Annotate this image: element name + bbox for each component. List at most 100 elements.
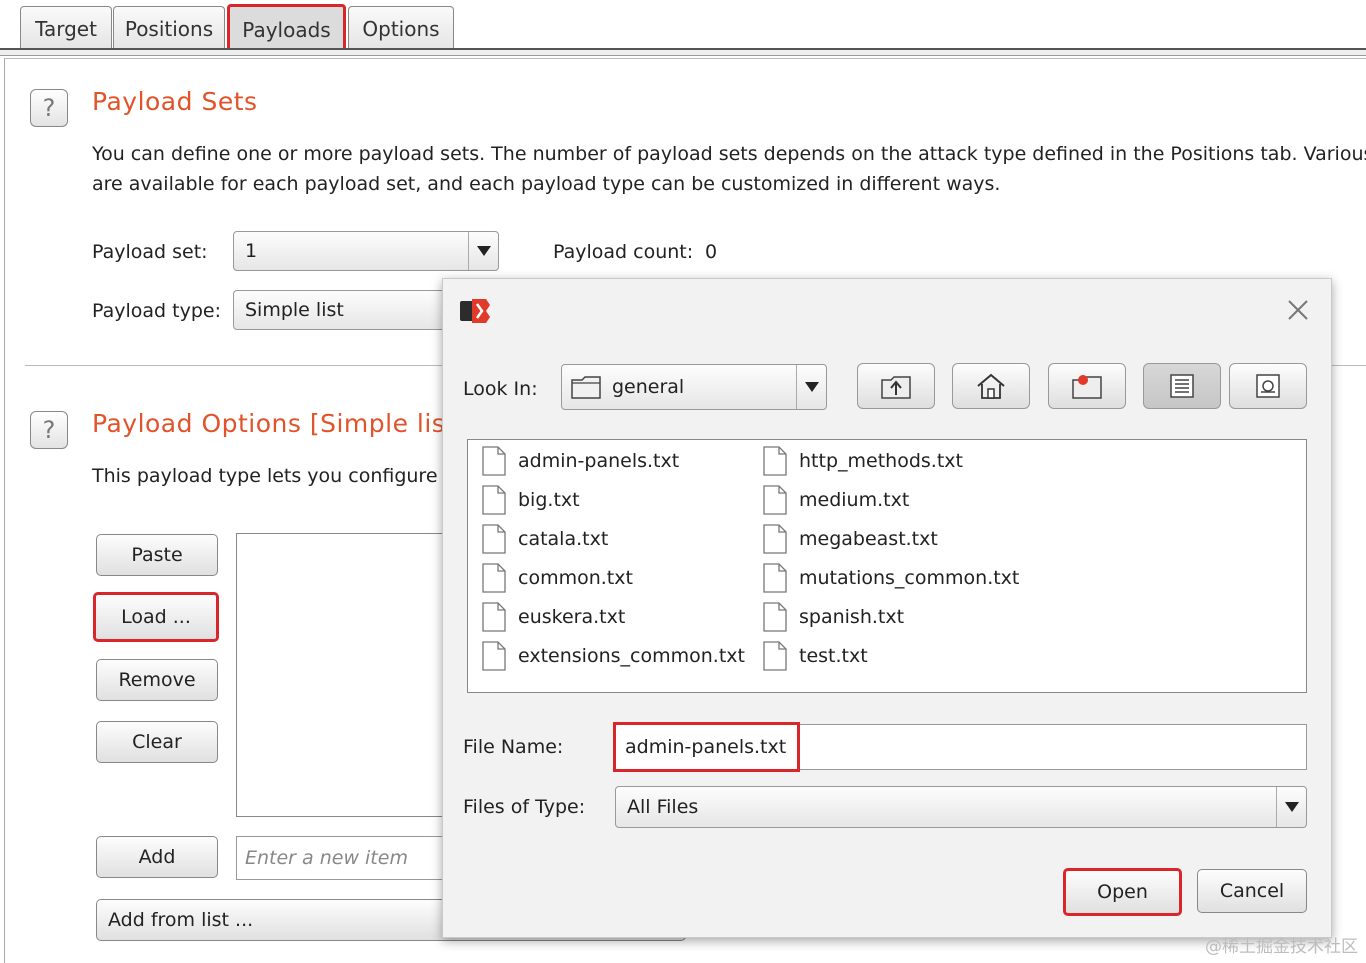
payload-count-value: 0 <box>705 241 718 263</box>
open-button-label: Open <box>1097 881 1148 903</box>
file-item[interactable]: common.txt <box>482 561 633 595</box>
file-icon <box>482 524 506 554</box>
tab-payloads-label: Payloads <box>242 18 331 42</box>
burp-app-icon <box>459 297 491 325</box>
help-icon[interactable]: ? <box>30 411 68 449</box>
close-icon[interactable] <box>1283 295 1313 325</box>
file-icon <box>763 446 787 476</box>
file-icon <box>763 524 787 554</box>
file-type-select[interactable]: All Files <box>615 786 1307 828</box>
file-list[interactable]: admin-panels.txt big.txt catala.txt comm… <box>467 439 1307 693</box>
new-item-input[interactable]: Enter a new item <box>236 836 456 880</box>
payload-type-value: Simple list <box>245 299 344 321</box>
up-folder-icon <box>881 376 911 399</box>
file-name-label: File Name: <box>463 736 564 758</box>
file-icon <box>482 602 506 632</box>
file-icon <box>482 446 506 476</box>
add-button-label: Add <box>138 846 176 868</box>
file-name: test.txt <box>799 645 868 667</box>
add-button[interactable]: Add <box>96 836 218 878</box>
paste-button-label: Paste <box>131 544 183 566</box>
file-name: medium.txt <box>799 489 910 511</box>
file-name: common.txt <box>518 567 633 589</box>
tab-target-label: Target <box>35 16 97 41</box>
paste-button[interactable]: Paste <box>96 534 218 576</box>
details-view-icon <box>1256 374 1280 398</box>
chevron-down-icon <box>468 232 498 270</box>
file-item[interactable]: http_methods.txt <box>763 444 963 478</box>
payload-sets-title: Payload Sets <box>92 87 258 116</box>
file-item[interactable]: catala.txt <box>482 522 608 556</box>
file-icon <box>482 485 506 515</box>
file-name: megabeast.txt <box>799 528 938 550</box>
file-icon <box>482 641 506 671</box>
look-in-label: Look In: <box>463 378 538 400</box>
file-name: spanish.txt <box>799 606 905 628</box>
file-item[interactable]: spanish.txt <box>763 600 904 634</box>
file-item[interactable]: admin-panels.txt <box>482 444 679 478</box>
cancel-button[interactable]: Cancel <box>1197 869 1307 913</box>
file-name: catala.txt <box>518 528 609 550</box>
watermark: @稀土掘金技术社区 <box>1205 937 1358 957</box>
tab-options[interactable]: Options <box>348 6 454 50</box>
open-button[interactable]: Open <box>1063 868 1182 916</box>
file-item[interactable]: test.txt <box>763 639 868 673</box>
home-button[interactable] <box>952 363 1030 409</box>
details-view-button[interactable] <box>1229 363 1307 409</box>
payload-type-label: Payload type: <box>92 300 221 322</box>
add-from-list-label: Add from list ... <box>108 909 254 931</box>
new-item-placeholder: Enter a new item <box>245 847 408 869</box>
file-name-value[interactable]: admin-panels.txt <box>613 722 800 772</box>
clear-button-label: Clear <box>132 731 182 753</box>
file-icon <box>763 641 787 671</box>
tab-options-label: Options <box>362 16 440 41</box>
file-item[interactable]: extensions_common.txt <box>482 639 745 673</box>
payload-list[interactable] <box>236 533 456 817</box>
file-name: admin-panels.txt <box>518 450 680 472</box>
remove-button-label: Remove <box>118 669 196 691</box>
tab-bar-divider <box>0 48 1366 56</box>
new-folder-button[interactable] <box>1048 363 1126 409</box>
file-item[interactable]: euskera.txt <box>482 600 625 634</box>
payload-options-description: This payload type lets you configure <box>92 465 438 487</box>
payload-sets-description-line2: are available for each payload set, and … <box>92 173 1001 195</box>
up-one-level-button[interactable] <box>857 363 935 409</box>
payload-set-label: Payload set: <box>92 241 208 263</box>
file-type-value: All Files <box>627 796 699 818</box>
file-item[interactable]: medium.txt <box>763 483 909 517</box>
file-name: extensions_common.txt <box>518 645 745 667</box>
file-icon <box>763 563 787 593</box>
file-name: big.txt <box>518 489 580 511</box>
payload-options-title: Payload Options [Simple list <box>92 409 456 438</box>
remove-button[interactable]: Remove <box>96 659 218 701</box>
list-view-button[interactable] <box>1143 363 1221 409</box>
payload-sets-description-line1: You can define one or more payload sets.… <box>92 143 1366 165</box>
file-open-dialog: Look In: general admin-panels.txt big.tx… <box>442 278 1332 938</box>
chevron-down-icon <box>796 365 826 409</box>
file-name: euskera.txt <box>518 606 626 628</box>
payload-count-label: Payload count: <box>553 241 694 263</box>
look-in-value: general <box>612 376 685 398</box>
payload-set-select[interactable]: 1 <box>233 231 499 271</box>
chevron-down-icon <box>1276 787 1306 827</box>
file-item[interactable]: mutations_common.txt <box>763 561 1019 595</box>
tab-target[interactable]: Target <box>20 6 112 50</box>
file-item[interactable]: big.txt <box>482 483 580 517</box>
file-icon <box>482 563 506 593</box>
payload-set-value: 1 <box>245 240 258 262</box>
file-item[interactable]: megabeast.txt <box>763 522 938 556</box>
clear-button[interactable]: Clear <box>96 721 218 763</box>
new-folder-icon <box>1072 375 1102 399</box>
file-icon <box>763 485 787 515</box>
file-name: http_methods.txt <box>799 450 963 472</box>
folder-icon <box>570 374 602 400</box>
load-button[interactable]: Load ... <box>93 592 219 642</box>
file-type-label: Files of Type: <box>463 796 586 818</box>
home-icon <box>977 373 1005 399</box>
help-icon[interactable]: ? <box>30 89 68 127</box>
look-in-select[interactable]: general <box>561 364 827 410</box>
cancel-button-label: Cancel <box>1219 880 1285 902</box>
load-button-label: Load ... <box>121 606 191 628</box>
file-icon <box>763 602 787 632</box>
tab-positions[interactable]: Positions <box>113 6 225 50</box>
